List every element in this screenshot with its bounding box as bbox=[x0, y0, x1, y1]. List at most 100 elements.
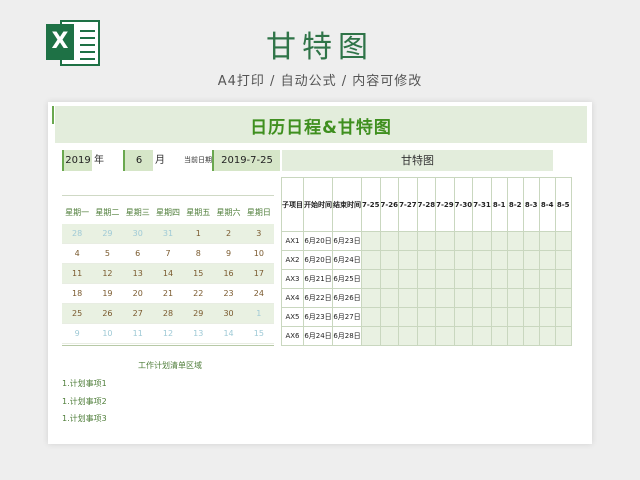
end-date-cell[interactable]: 6月27日 bbox=[332, 307, 362, 327]
start-date-cell[interactable]: 6月24日 bbox=[303, 326, 333, 346]
calendar-day-cell[interactable]: 14 bbox=[152, 263, 184, 284]
gantt-timeline-cell[interactable] bbox=[490, 326, 508, 346]
gantt-timeline-cell[interactable] bbox=[379, 326, 400, 346]
gantt-timeline-cell[interactable] bbox=[554, 250, 572, 270]
calendar-day-cell[interactable]: 18 bbox=[62, 283, 93, 304]
year-input[interactable]: 2019 bbox=[62, 150, 92, 171]
calendar-day-cell[interactable]: 10 bbox=[243, 243, 274, 264]
calendar-day-cell[interactable]: 1 bbox=[243, 303, 274, 324]
calendar-day-cell[interactable]: 16 bbox=[213, 263, 244, 284]
start-date-cell[interactable]: 6月20日 bbox=[303, 250, 333, 270]
gantt-timeline-cell[interactable] bbox=[453, 288, 474, 308]
gantt-timeline-cell[interactable] bbox=[453, 250, 474, 270]
calendar-day-cell[interactable]: 29 bbox=[92, 224, 123, 244]
gantt-timeline-cell[interactable] bbox=[379, 269, 400, 289]
calendar-day-cell[interactable]: 8 bbox=[183, 243, 214, 264]
gantt-timeline-cell[interactable] bbox=[490, 288, 508, 308]
task-id-cell[interactable]: AX1 bbox=[281, 231, 304, 251]
gantt-timeline-cell[interactable] bbox=[416, 307, 437, 327]
gantt-timeline-cell[interactable] bbox=[435, 250, 455, 270]
calendar-day-cell[interactable]: 6 bbox=[122, 243, 153, 264]
gantt-timeline-cell[interactable] bbox=[538, 288, 556, 308]
calendar-day-cell[interactable]: 10 bbox=[92, 323, 123, 344]
gantt-timeline-cell[interactable] bbox=[379, 231, 400, 251]
calendar-day-cell[interactable]: 30 bbox=[213, 303, 244, 324]
gantt-timeline-cell[interactable] bbox=[472, 231, 492, 251]
gantt-timeline-cell[interactable] bbox=[398, 288, 418, 308]
calendar-day-cell[interactable]: 29 bbox=[183, 303, 214, 324]
gantt-timeline-cell[interactable] bbox=[522, 269, 540, 289]
start-date-cell[interactable]: 6月23日 bbox=[303, 307, 333, 327]
calendar-day-cell[interactable]: 2 bbox=[213, 224, 244, 244]
calendar-day-cell[interactable]: 1 bbox=[183, 224, 214, 244]
gantt-timeline-cell[interactable] bbox=[554, 231, 572, 251]
calendar-day-cell[interactable]: 9 bbox=[213, 243, 244, 264]
gantt-timeline-cell[interactable] bbox=[538, 269, 556, 289]
gantt-timeline-cell[interactable] bbox=[490, 250, 508, 270]
calendar-day-cell[interactable]: 3 bbox=[243, 224, 274, 244]
gantt-timeline-cell[interactable] bbox=[398, 326, 418, 346]
gantt-timeline-cell[interactable] bbox=[398, 269, 418, 289]
calendar-day-cell[interactable]: 26 bbox=[92, 303, 123, 324]
gantt-timeline-cell[interactable] bbox=[538, 307, 556, 327]
calendar-day-cell[interactable]: 30 bbox=[122, 224, 153, 244]
gantt-timeline-cell[interactable] bbox=[522, 307, 540, 327]
gantt-timeline-cell[interactable] bbox=[522, 231, 540, 251]
task-id-cell[interactable]: AX3 bbox=[281, 269, 304, 289]
gantt-timeline-cell[interactable] bbox=[506, 288, 524, 308]
work-plan-item[interactable]: 1.计划事项1 bbox=[62, 378, 107, 389]
gantt-timeline-cell[interactable] bbox=[435, 231, 455, 251]
calendar-day-cell[interactable]: 15 bbox=[243, 323, 274, 344]
gantt-timeline-cell[interactable] bbox=[472, 288, 492, 308]
start-date-cell[interactable]: 6月22日 bbox=[303, 288, 333, 308]
task-id-cell[interactable]: AX6 bbox=[281, 326, 304, 346]
gantt-timeline-cell[interactable] bbox=[435, 269, 455, 289]
calendar-day-cell[interactable]: 9 bbox=[62, 323, 93, 344]
calendar-day-cell[interactable]: 31 bbox=[152, 224, 184, 244]
gantt-timeline-cell[interactable] bbox=[490, 307, 508, 327]
gantt-timeline-cell[interactable] bbox=[472, 307, 492, 327]
gantt-timeline-cell[interactable] bbox=[554, 326, 572, 346]
calendar-day-cell[interactable]: 20 bbox=[122, 283, 153, 304]
gantt-timeline-cell[interactable] bbox=[416, 250, 437, 270]
calendar-day-cell[interactable]: 19 bbox=[92, 283, 123, 304]
calendar-day-cell[interactable]: 13 bbox=[122, 263, 153, 284]
calendar-day-cell[interactable]: 7 bbox=[152, 243, 184, 264]
end-date-cell[interactable]: 6月23日 bbox=[332, 231, 362, 251]
work-plan-item[interactable]: 1.计划事项3 bbox=[62, 413, 107, 424]
task-id-cell[interactable]: AX4 bbox=[281, 288, 304, 308]
gantt-timeline-cell[interactable] bbox=[361, 231, 381, 251]
calendar-day-cell[interactable]: 23 bbox=[213, 283, 244, 304]
gantt-timeline-cell[interactable] bbox=[398, 231, 418, 251]
calendar-day-cell[interactable]: 12 bbox=[152, 323, 184, 344]
gantt-timeline-cell[interactable] bbox=[472, 326, 492, 346]
calendar-day-cell[interactable]: 24 bbox=[243, 283, 274, 304]
gantt-timeline-cell[interactable] bbox=[522, 288, 540, 308]
calendar-day-cell[interactable]: 27 bbox=[122, 303, 153, 324]
gantt-timeline-cell[interactable] bbox=[416, 231, 437, 251]
gantt-timeline-cell[interactable] bbox=[435, 307, 455, 327]
gantt-timeline-cell[interactable] bbox=[506, 326, 524, 346]
end-date-cell[interactable]: 6月26日 bbox=[332, 288, 362, 308]
gantt-timeline-cell[interactable] bbox=[379, 288, 400, 308]
gantt-timeline-cell[interactable] bbox=[538, 326, 556, 346]
work-plan-item[interactable]: 1.计划事项2 bbox=[62, 396, 107, 407]
gantt-timeline-cell[interactable] bbox=[506, 269, 524, 289]
start-date-cell[interactable]: 6月21日 bbox=[303, 269, 333, 289]
gantt-timeline-cell[interactable] bbox=[398, 250, 418, 270]
gantt-timeline-cell[interactable] bbox=[361, 326, 381, 346]
task-id-cell[interactable]: AX2 bbox=[281, 250, 304, 270]
calendar-day-cell[interactable]: 15 bbox=[183, 263, 214, 284]
gantt-timeline-cell[interactable] bbox=[453, 231, 474, 251]
calendar-day-cell[interactable]: 28 bbox=[152, 303, 184, 324]
current-date-value[interactable]: 2019-7-25 bbox=[212, 150, 280, 171]
gantt-timeline-cell[interactable] bbox=[490, 231, 508, 251]
month-input[interactable]: 6 bbox=[123, 150, 153, 171]
gantt-timeline-cell[interactable] bbox=[522, 326, 540, 346]
calendar-day-cell[interactable]: 17 bbox=[243, 263, 274, 284]
calendar-day-cell[interactable]: 22 bbox=[183, 283, 214, 304]
end-date-cell[interactable]: 6月24日 bbox=[332, 250, 362, 270]
calendar-day-cell[interactable]: 28 bbox=[62, 224, 93, 244]
gantt-timeline-cell[interactable] bbox=[538, 231, 556, 251]
gantt-timeline-cell[interactable] bbox=[472, 250, 492, 270]
